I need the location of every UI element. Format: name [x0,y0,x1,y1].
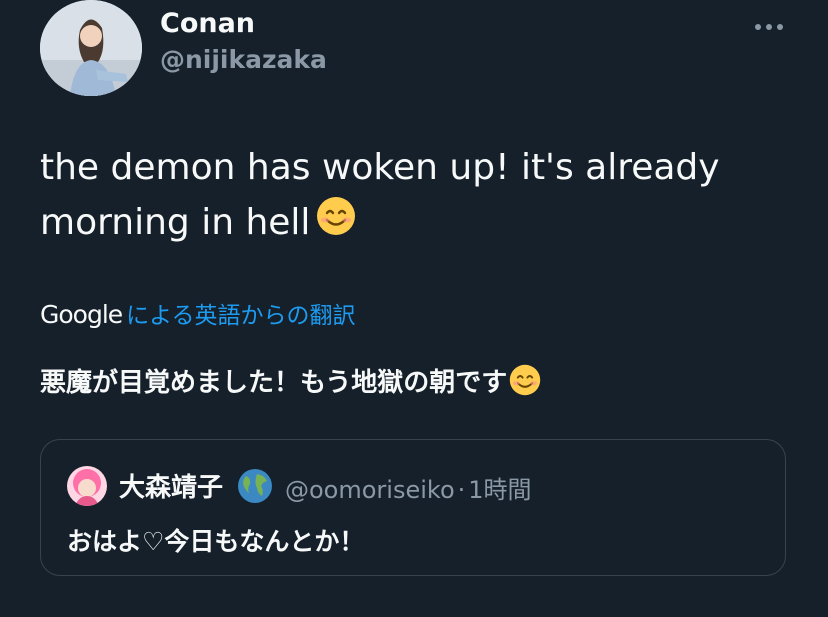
translated-text-content: 悪魔が目覚めました！もう地獄の朝です [40,368,508,398]
quoted-timestamp[interactable]: 1時間 [468,476,531,504]
meta-separator: · [457,476,466,504]
author-avatar[interactable] [40,0,142,96]
smiling-face-icon [509,364,541,403]
translation-link[interactable]: による英語からの翻訳 [126,303,355,329]
quoted-tweet-text: おはよ♡今日もなんとか！ [67,527,365,556]
quoted-tweet[interactable]: 大森靖子 @oomoriseiko · 1時間 おはよ♡今日もなんとか！ [40,439,786,576]
quoted-author-handle[interactable]: @oomoriseiko [285,476,455,504]
more-horizontal-icon[interactable] [752,12,786,42]
google-logo: Google [40,300,123,329]
tweet-text-content: the demon has woken up! it's already mor… [40,147,720,243]
author-display-name[interactable]: Conan [160,8,255,39]
quoted-author-meta: @oomoriseiko · 1時間 [285,470,532,505]
quoted-author-avatar[interactable] [67,466,107,506]
author-handle[interactable]: @nijikazaka [160,45,327,74]
tweet-text: the demon has woken up! it's already mor… [40,140,780,252]
translated-text: 悪魔が目覚めました！もう地獄の朝です [40,362,541,403]
globe-icon [237,468,273,508]
smiling-face-icon [316,196,356,252]
quoted-author-name[interactable]: 大森靖子 [119,467,223,504]
translation-attribution: Google による英語からの翻訳 [40,296,355,330]
